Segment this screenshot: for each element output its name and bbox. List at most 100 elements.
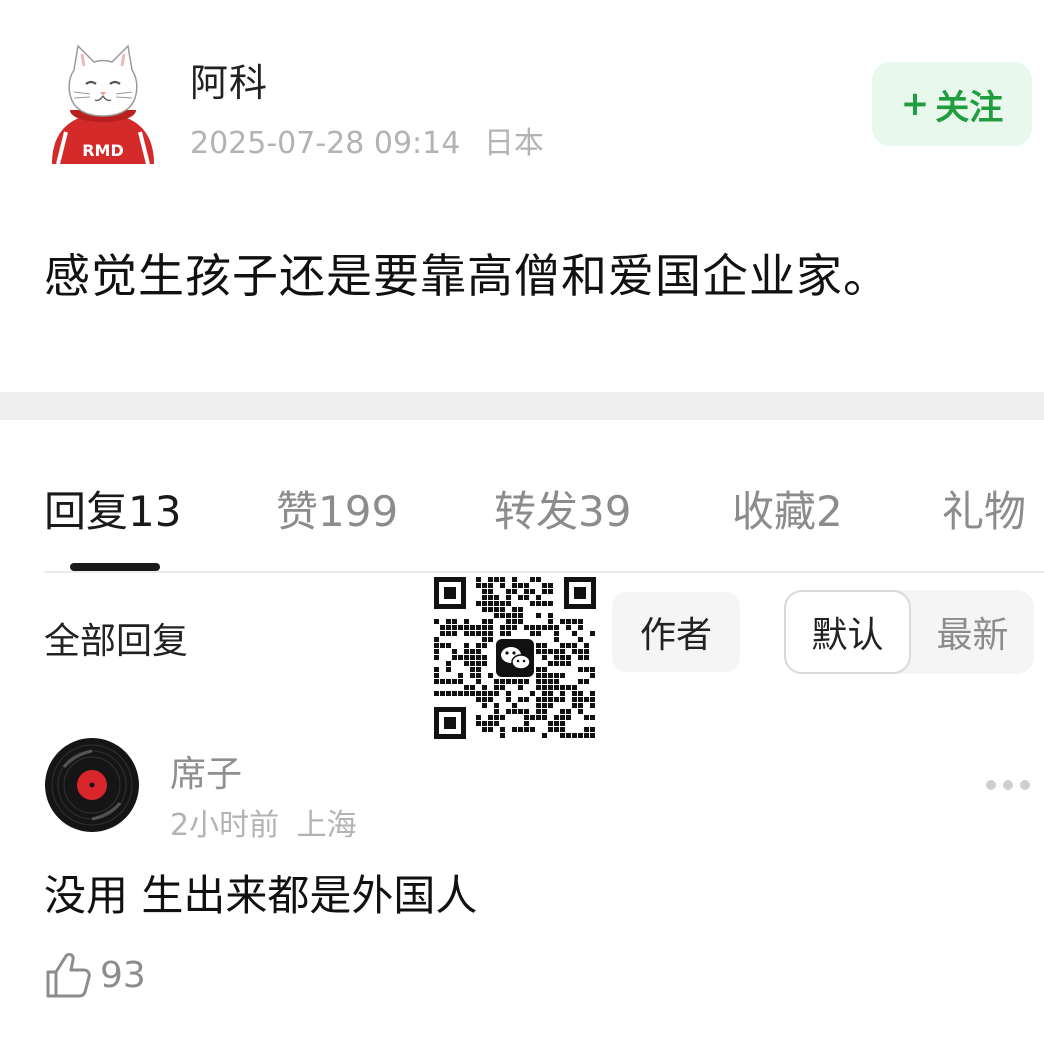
qr-module	[476, 721, 481, 726]
qr-module	[476, 667, 481, 672]
qr-finder-tr	[564, 577, 596, 609]
qr-module	[542, 697, 547, 702]
qr-module	[584, 667, 589, 672]
post-content: 感觉生孩子还是要靠高僧和爱国企业家。	[44, 249, 890, 303]
qr-module	[548, 721, 553, 726]
sort-default-option[interactable]: 默认	[784, 590, 911, 674]
qr-module	[506, 697, 511, 702]
tab-gifts[interactable]: 礼物	[942, 478, 1026, 539]
tab-reposts[interactable]: 转发39	[494, 478, 631, 539]
follow-button[interactable]: + 关注	[872, 62, 1032, 146]
qr-module	[464, 643, 469, 648]
sort-latest-option[interactable]: 最新	[911, 590, 1034, 674]
qr-module	[584, 733, 589, 738]
qr-module	[464, 685, 469, 690]
cat-avatar-icon: RMD	[52, 44, 154, 165]
qr-module	[578, 625, 583, 630]
qr-module	[536, 625, 541, 630]
reply-author-name[interactable]: 席子	[170, 745, 242, 797]
like-count: 93	[100, 954, 146, 996]
qr-module	[560, 697, 565, 702]
qr-module	[584, 697, 589, 702]
qr-module	[494, 577, 499, 582]
tab-label: 收藏	[732, 487, 817, 536]
qr-module	[560, 655, 565, 660]
author-only-filter[interactable]: 作者	[612, 592, 740, 672]
qr-module	[470, 673, 475, 678]
qr-module	[578, 703, 583, 708]
qr-module	[488, 625, 493, 630]
qr-module	[542, 703, 547, 708]
qr-module	[494, 595, 499, 600]
qr-module	[554, 637, 559, 642]
qr-module	[536, 715, 541, 720]
qr-module	[530, 577, 535, 582]
tab-favorites[interactable]: 收藏2	[732, 478, 843, 539]
qr-module	[482, 595, 487, 600]
qr-module	[464, 631, 469, 636]
qr-module	[560, 691, 565, 696]
qr-module	[452, 649, 457, 654]
qr-module	[512, 727, 517, 732]
qr-module	[500, 631, 505, 636]
qr-module	[590, 703, 595, 708]
qr-module	[590, 733, 595, 738]
qr-module	[488, 601, 493, 606]
qr-module	[482, 691, 487, 696]
qr-code-icon	[432, 575, 598, 741]
qr-module	[482, 607, 487, 612]
qr-module	[554, 661, 559, 666]
qr-module	[512, 679, 517, 684]
qr-code-overlay	[432, 575, 598, 741]
vinyl-record-icon	[45, 738, 139, 832]
qr-module	[572, 697, 577, 702]
qr-module	[476, 715, 481, 720]
qr-module	[524, 589, 529, 594]
qr-module	[572, 619, 577, 624]
qr-module	[560, 709, 565, 714]
reply-text: 没用 生出来都是外国人	[44, 871, 478, 920]
qr-module	[446, 643, 451, 648]
qr-module	[464, 661, 469, 666]
tab-count: 39	[578, 487, 632, 536]
qr-module	[446, 661, 451, 666]
qr-module	[560, 715, 565, 720]
qr-module	[542, 589, 547, 594]
qr-module	[566, 661, 571, 666]
follow-label: 关注	[935, 87, 1004, 128]
qr-module	[524, 583, 529, 588]
like-button[interactable]: 93	[44, 950, 146, 1000]
qr-module	[560, 673, 565, 678]
qr-module	[536, 631, 541, 636]
qr-module	[584, 655, 589, 660]
author-name[interactable]: 阿科	[190, 52, 268, 107]
post-timestamp: 2025-07-28 09:14	[190, 126, 461, 161]
qr-module	[542, 709, 547, 714]
qr-module	[530, 715, 535, 720]
author-avatar[interactable]: RMD	[44, 40, 162, 165]
plus-icon: +	[900, 84, 930, 124]
qr-module	[548, 583, 553, 588]
qr-module	[512, 583, 517, 588]
more-dots-icon[interactable]	[986, 775, 1036, 795]
all-replies-label: 全部回复	[44, 621, 189, 662]
reply-avatar[interactable]	[44, 737, 140, 833]
tab-replies[interactable]: 回复13	[44, 478, 181, 539]
qr-module	[548, 625, 553, 630]
qr-module	[494, 685, 499, 690]
qr-module	[512, 619, 517, 624]
qr-module	[476, 649, 481, 654]
qr-module	[500, 679, 505, 684]
qr-module	[476, 601, 481, 606]
qr-module	[446, 667, 451, 672]
qr-module	[578, 649, 583, 654]
qr-module	[476, 643, 481, 648]
qr-module	[512, 577, 517, 582]
qr-module	[464, 625, 469, 630]
qr-module	[476, 691, 481, 696]
qr-module	[530, 631, 535, 636]
qr-module	[542, 715, 547, 720]
qr-module	[476, 697, 481, 702]
tab-likes[interactable]: 赞199	[276, 478, 398, 539]
avatar-badge-text: RMD	[82, 141, 124, 160]
